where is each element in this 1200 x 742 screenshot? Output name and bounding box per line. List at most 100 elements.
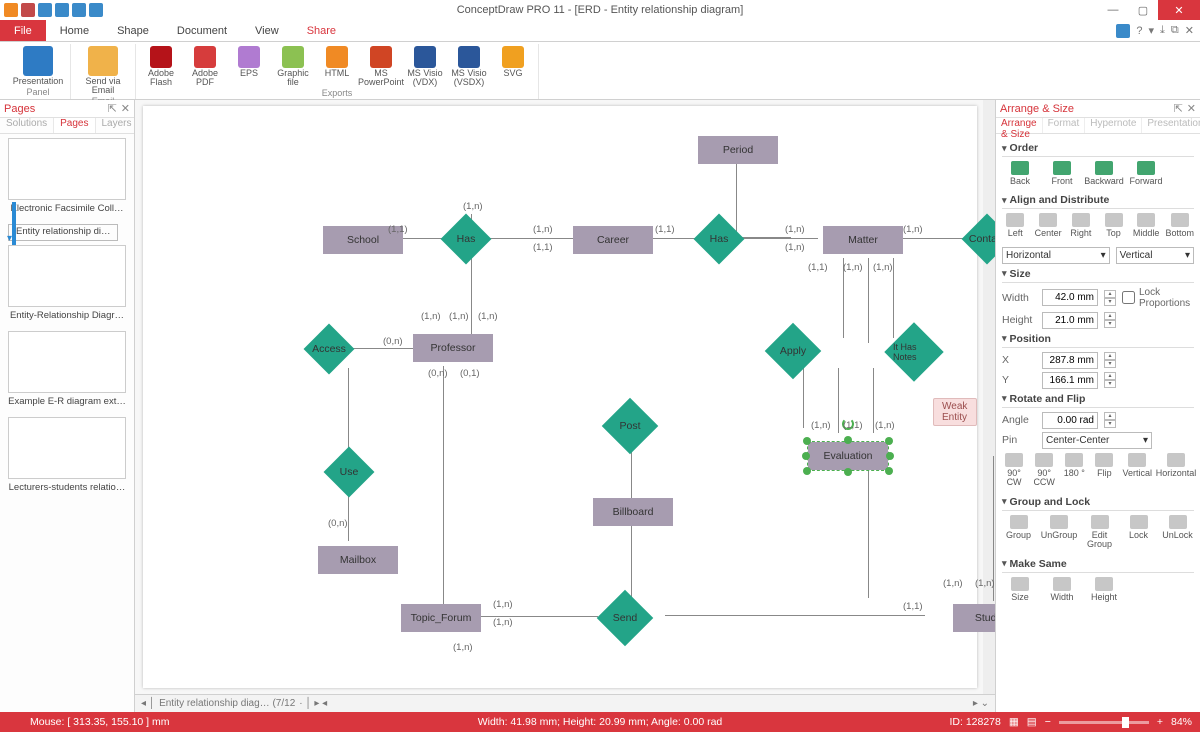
- entity-billboard[interactable]: Billboard: [593, 498, 673, 526]
- pin-icon[interactable]: ⇱: [108, 102, 117, 115]
- flip-button[interactable]: Flip: [1092, 453, 1116, 488]
- file-tab[interactable]: File: [0, 20, 46, 41]
- rot-180-button[interactable]: 180 °: [1062, 453, 1086, 488]
- presentation-button[interactable]: Presentation: [12, 44, 64, 86]
- section-position[interactable]: Position: [1002, 333, 1194, 348]
- makesame-width-button[interactable]: Width: [1044, 577, 1080, 602]
- lock-proportions-checkbox[interactable]: Lock Proportions: [1122, 287, 1156, 309]
- angle-input[interactable]: [1042, 412, 1098, 429]
- align-left-button[interactable]: Left: [1002, 213, 1029, 238]
- order-front-button[interactable]: Front: [1044, 161, 1080, 186]
- thumb-list[interactable]: Electronic Facsimile Coll… ▾Entity relat…: [0, 134, 134, 712]
- spin-down[interactable]: ▾: [1104, 298, 1116, 306]
- section-order[interactable]: Order: [1002, 142, 1194, 157]
- relation-access[interactable]: Access: [311, 331, 347, 367]
- qat-icon[interactable]: [4, 3, 18, 17]
- relation-send[interactable]: Send: [605, 598, 645, 638]
- canvas-page[interactable]: School Period Career Matter Bibliography…: [143, 106, 977, 688]
- tab-hypernote[interactable]: Hypernote: [1085, 118, 1142, 133]
- status-grid-icon[interactable]: ▤: [1027, 716, 1037, 728]
- minimize-button[interactable]: —: [1098, 0, 1128, 20]
- relation-contain[interactable]: Contain: [969, 221, 995, 257]
- tab-presentation[interactable]: Presentation: [1142, 118, 1200, 133]
- doc-close-icon[interactable]: ✕: [1185, 24, 1194, 37]
- entity-evaluation[interactable]: Evaluation: [808, 442, 888, 470]
- tabstrip-prev[interactable]: ◂ │: [141, 698, 155, 709]
- align-bottom-button[interactable]: Bottom: [1165, 213, 1194, 238]
- page-thumb[interactable]: Lecturers-students relatio…: [8, 417, 126, 499]
- entity-topic-forum[interactable]: Topic_Forum: [401, 604, 481, 632]
- align-top-button[interactable]: Top: [1100, 213, 1127, 238]
- tabstrip-next[interactable]: · │ ▸ ◂: [299, 698, 327, 709]
- entity-professor[interactable]: Professor: [413, 334, 493, 362]
- relation-post[interactable]: Post: [610, 406, 650, 446]
- makesame-size-button[interactable]: Size: [1002, 577, 1038, 602]
- relation-use[interactable]: Use: [331, 454, 367, 490]
- group-button[interactable]: Group: [1002, 515, 1035, 550]
- relation-it-has-notes[interactable]: It Has Notes: [893, 331, 935, 373]
- rot-90cw-button[interactable]: 90° CW: [1002, 453, 1026, 488]
- zoom-slider[interactable]: [1059, 721, 1149, 724]
- entity-period[interactable]: Period: [698, 136, 778, 164]
- order-forward-button[interactable]: Forward: [1128, 161, 1164, 186]
- close-pane-icon[interactable]: ✕: [1187, 102, 1196, 115]
- save-icon[interactable]: [72, 3, 86, 17]
- x-input[interactable]: [1042, 352, 1098, 369]
- send-email-button[interactable]: Send via Email: [77, 44, 129, 96]
- menu-tab-home[interactable]: Home: [46, 20, 103, 41]
- rot-90ccw-button[interactable]: 90° CCW: [1032, 453, 1056, 488]
- doc-minimize-icon[interactable]: ⤓: [1160, 24, 1165, 37]
- entity-student[interactable]: Student: [953, 604, 995, 632]
- print-icon[interactable]: [89, 3, 103, 17]
- distribute-horizontal-select[interactable]: Horizontal▾: [1002, 247, 1110, 264]
- menu-tab-share[interactable]: Share: [293, 20, 350, 41]
- maximize-button[interactable]: ▢: [1128, 0, 1158, 20]
- export-svg-button[interactable]: SVG: [494, 44, 532, 88]
- page-thumb[interactable]: Example E-R diagram ext…: [8, 331, 126, 413]
- lock-button[interactable]: Lock: [1122, 515, 1155, 550]
- export-ppt-button[interactable]: MS PowerPoint: [362, 44, 400, 88]
- order-backward-button[interactable]: Backward: [1086, 161, 1122, 186]
- spin-up[interactable]: ▴: [1104, 290, 1116, 298]
- status-layers-icon[interactable]: ▦: [1009, 716, 1019, 728]
- export-vdx-button[interactable]: MS Visio (VDX): [406, 44, 444, 88]
- tab-format[interactable]: Format: [1043, 118, 1086, 133]
- page-thumb[interactable]: Electronic Facsimile Coll…: [8, 138, 126, 220]
- export-pdf-button[interactable]: Adobe PDF: [186, 44, 224, 88]
- order-back-button[interactable]: Back: [1002, 161, 1038, 186]
- flip-horizontal-button[interactable]: Horizontal: [1158, 453, 1194, 488]
- cloud-icon[interactable]: [1116, 24, 1130, 38]
- menu-tab-shape[interactable]: Shape: [103, 20, 163, 41]
- close-button[interactable]: ✕: [1158, 0, 1200, 20]
- export-vsdx-button[interactable]: MS Visio (VSDX): [450, 44, 488, 88]
- page-thumb[interactable]: Entity-Relationship Diagr…: [8, 245, 126, 327]
- pin-icon[interactable]: ⇱: [1174, 102, 1183, 115]
- doc-restore-icon[interactable]: ⧉: [1171, 24, 1179, 37]
- section-makesame[interactable]: Make Same: [1002, 558, 1194, 573]
- undo-icon[interactable]: [38, 3, 52, 17]
- export-flash-button[interactable]: Adobe Flash: [142, 44, 180, 88]
- align-center-button[interactable]: Center: [1035, 213, 1062, 238]
- section-group[interactable]: Group and Lock: [1002, 496, 1194, 511]
- section-rotate[interactable]: Rotate and Flip: [1002, 393, 1194, 408]
- section-align[interactable]: Align and Distribute: [1002, 194, 1194, 209]
- canvas-wrap[interactable]: School Period Career Matter Bibliography…: [135, 100, 995, 694]
- help-icon[interactable]: ?: [1136, 25, 1142, 37]
- zoom-in-button[interactable]: +: [1157, 716, 1163, 728]
- chevron-down-icon[interactable]: ▾: [7, 233, 12, 244]
- relation-apply[interactable]: Apply: [773, 331, 813, 371]
- tab-layers[interactable]: Layers: [96, 118, 139, 133]
- tabstrip-label[interactable]: Entity relationship diag… (7/12: [159, 698, 295, 709]
- menu-tab-view[interactable]: View: [241, 20, 293, 41]
- entity-career[interactable]: Career: [573, 226, 653, 254]
- align-middle-button[interactable]: Middle: [1133, 213, 1160, 238]
- entity-mailbox[interactable]: Mailbox: [318, 546, 398, 574]
- section-size[interactable]: Size: [1002, 268, 1194, 283]
- export-html-button[interactable]: HTML: [318, 44, 356, 88]
- align-right-button[interactable]: Right: [1068, 213, 1095, 238]
- close-pane-icon[interactable]: ✕: [121, 102, 130, 115]
- height-input[interactable]: [1042, 312, 1098, 329]
- tab-solutions[interactable]: Solutions: [0, 118, 54, 133]
- export-graphic-button[interactable]: Graphic file: [274, 44, 312, 88]
- tab-arrange[interactable]: Arrange & Size: [996, 118, 1043, 133]
